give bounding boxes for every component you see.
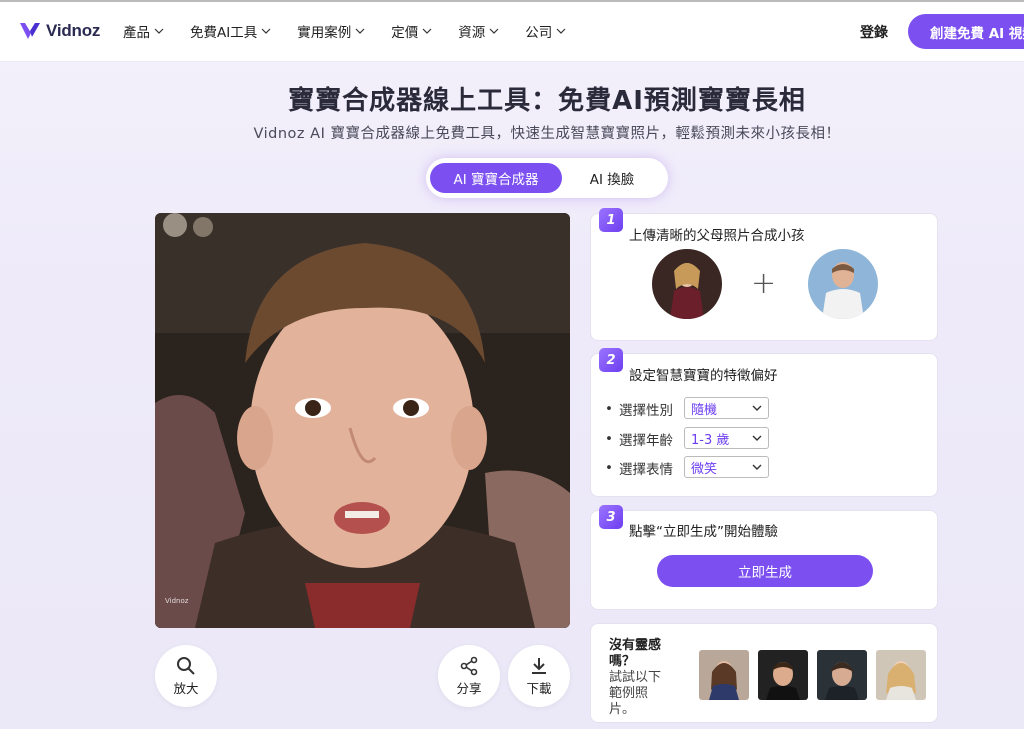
chevron-down-icon [752, 435, 762, 441]
tool-tabs: AI 寶寶合成器 AI 換臉 [426, 158, 668, 198]
menu-item-products[interactable]: 產品 [123, 21, 164, 41]
chevron-down-icon [752, 405, 762, 411]
step1-card: 1 上傳清晰的父母照片合成小孩 + [590, 208, 938, 341]
examples-hint: 沒有靈感嗎？ 試試以下範例照片。 [609, 638, 673, 718]
parent-photo-upload-1[interactable] [652, 249, 722, 319]
example-photo-3[interactable] [817, 650, 867, 700]
gender-select[interactable]: 隨機 [684, 397, 769, 419]
age-row: • 選擇年齡 [605, 429, 673, 449]
zoom-button[interactable]: 放大 [155, 645, 217, 707]
example-photo-image [876, 650, 926, 700]
step3-title: 點擊“立即生成”開始體驗 [629, 524, 778, 540]
menu-item-pricing[interactable]: 定價 [391, 21, 432, 41]
chevron-down-icon [154, 28, 164, 34]
expression-row: • 選擇表情 [605, 458, 673, 478]
age-label: 選擇年齡 [618, 433, 673, 449]
bullet-icon: • [605, 460, 613, 476]
gender-row: • 選擇性別 [605, 399, 673, 419]
expression-select[interactable]: 微笑 [684, 456, 769, 478]
parent-photo-upload-2[interactable] [808, 249, 878, 319]
example-photo-image [758, 650, 808, 700]
photo-watermark: Vidnoz [165, 597, 189, 605]
step-number-badge: 1 [599, 208, 623, 232]
page-subtitle: Vidnoz AI 寶寶合成器線上免費工具，快速生成智慧寶寶照片，輕鬆預測未來小… [253, 126, 841, 142]
plus-icon: + [751, 266, 777, 301]
menu-label: 產品 [123, 25, 150, 41]
result-baby-photo: Vidnoz [155, 213, 570, 628]
gender-label: 選擇性別 [618, 403, 673, 419]
nav-top-border [0, 0, 1024, 2]
example-photo-image [817, 650, 867, 700]
search-icon [177, 656, 195, 675]
example-photo-2[interactable] [758, 650, 808, 700]
create-free-video-button[interactable]: 創建免費 AI 視頻 [908, 14, 1024, 49]
baby-face-image [155, 213, 570, 628]
example-photo-1[interactable] [699, 650, 749, 700]
download-icon [532, 657, 546, 674]
main-menu: 產品 免費AI工具 實用案例 定價 資源 公司 [123, 21, 592, 41]
age-select[interactable]: 1-3 歲 [684, 427, 769, 449]
parent-photo-image [808, 249, 878, 319]
bullet-icon: • [605, 401, 613, 417]
menu-label: 實用案例 [297, 25, 352, 41]
step2-card: 2 設定智慧寶寶的特徵偏好 • 選擇性別 隨機 • 選擇年齡 1-3 歲 • 選… [590, 348, 938, 497]
examples-hint-body: 試試以下範例照片。 [609, 670, 662, 717]
chevron-down-icon [355, 28, 365, 34]
menu-label: 免費AI工具 [190, 25, 258, 41]
download-label: 下載 [526, 680, 552, 696]
tab-face-swap[interactable]: AI 換臉 [562, 163, 662, 193]
expression-value: 微笑 [691, 461, 718, 477]
chevron-down-icon [261, 28, 271, 34]
share-icon [460, 656, 478, 675]
menu-item-use-cases[interactable]: 實用案例 [297, 21, 365, 41]
gender-value: 隨機 [691, 402, 718, 418]
zoom-label: 放大 [173, 680, 199, 696]
vidnoz-logo-icon [20, 23, 40, 39]
example-photo-4[interactable] [876, 650, 926, 700]
menu-item-free-ai-tools[interactable]: 免費AI工具 [190, 21, 271, 41]
download-button[interactable]: 下載 [508, 645, 570, 707]
parent-photo-image [652, 249, 722, 319]
menu-label: 定價 [391, 25, 419, 41]
menu-item-company[interactable]: 公司 [525, 21, 566, 41]
top-nav: Vidnoz 產品 免費AI工具 實用案例 定價 資源 公司 登錄 創建免費 A… [0, 0, 1024, 62]
login-link[interactable]: 登錄 [860, 22, 888, 42]
examples-hint-title: 沒有靈感嗎？ [609, 638, 662, 669]
step3-card: 3 點擊“立即生成”開始體驗 立即生成 [590, 505, 938, 610]
share-button[interactable]: 分享 [438, 645, 500, 707]
expression-label: 選擇表情 [618, 462, 673, 478]
page-title: 寶寶合成器線上工具：免費AI預測寶寶長相 [288, 86, 806, 116]
chevron-down-icon [752, 464, 762, 470]
chevron-down-icon [422, 28, 432, 34]
menu-label: 資源 [458, 25, 486, 41]
step1-title: 上傳清晰的父母照片合成小孩 [629, 228, 805, 244]
tab-baby-generator[interactable]: AI 寶寶合成器 [430, 163, 562, 193]
age-value: 1-3 歲 [691, 432, 730, 448]
step2-title: 設定智慧寶寶的特徵偏好 [629, 368, 778, 384]
example-photo-image [699, 650, 749, 700]
chevron-down-icon [556, 28, 566, 34]
logo-text: Vidnoz [46, 21, 101, 40]
chevron-down-icon [489, 28, 499, 34]
step-number-badge: 3 [599, 505, 623, 529]
generate-now-button[interactable]: 立即生成 [657, 555, 873, 587]
menu-label: 公司 [525, 25, 553, 41]
menu-item-resources[interactable]: 資源 [458, 21, 499, 41]
share-label: 分享 [456, 680, 482, 696]
examples-card: 沒有靈感嗎？ 試試以下範例照片。 [590, 623, 938, 723]
step-number-badge: 2 [599, 348, 623, 372]
logo[interactable]: Vidnoz [18, 19, 100, 43]
bullet-icon: • [605, 431, 613, 447]
